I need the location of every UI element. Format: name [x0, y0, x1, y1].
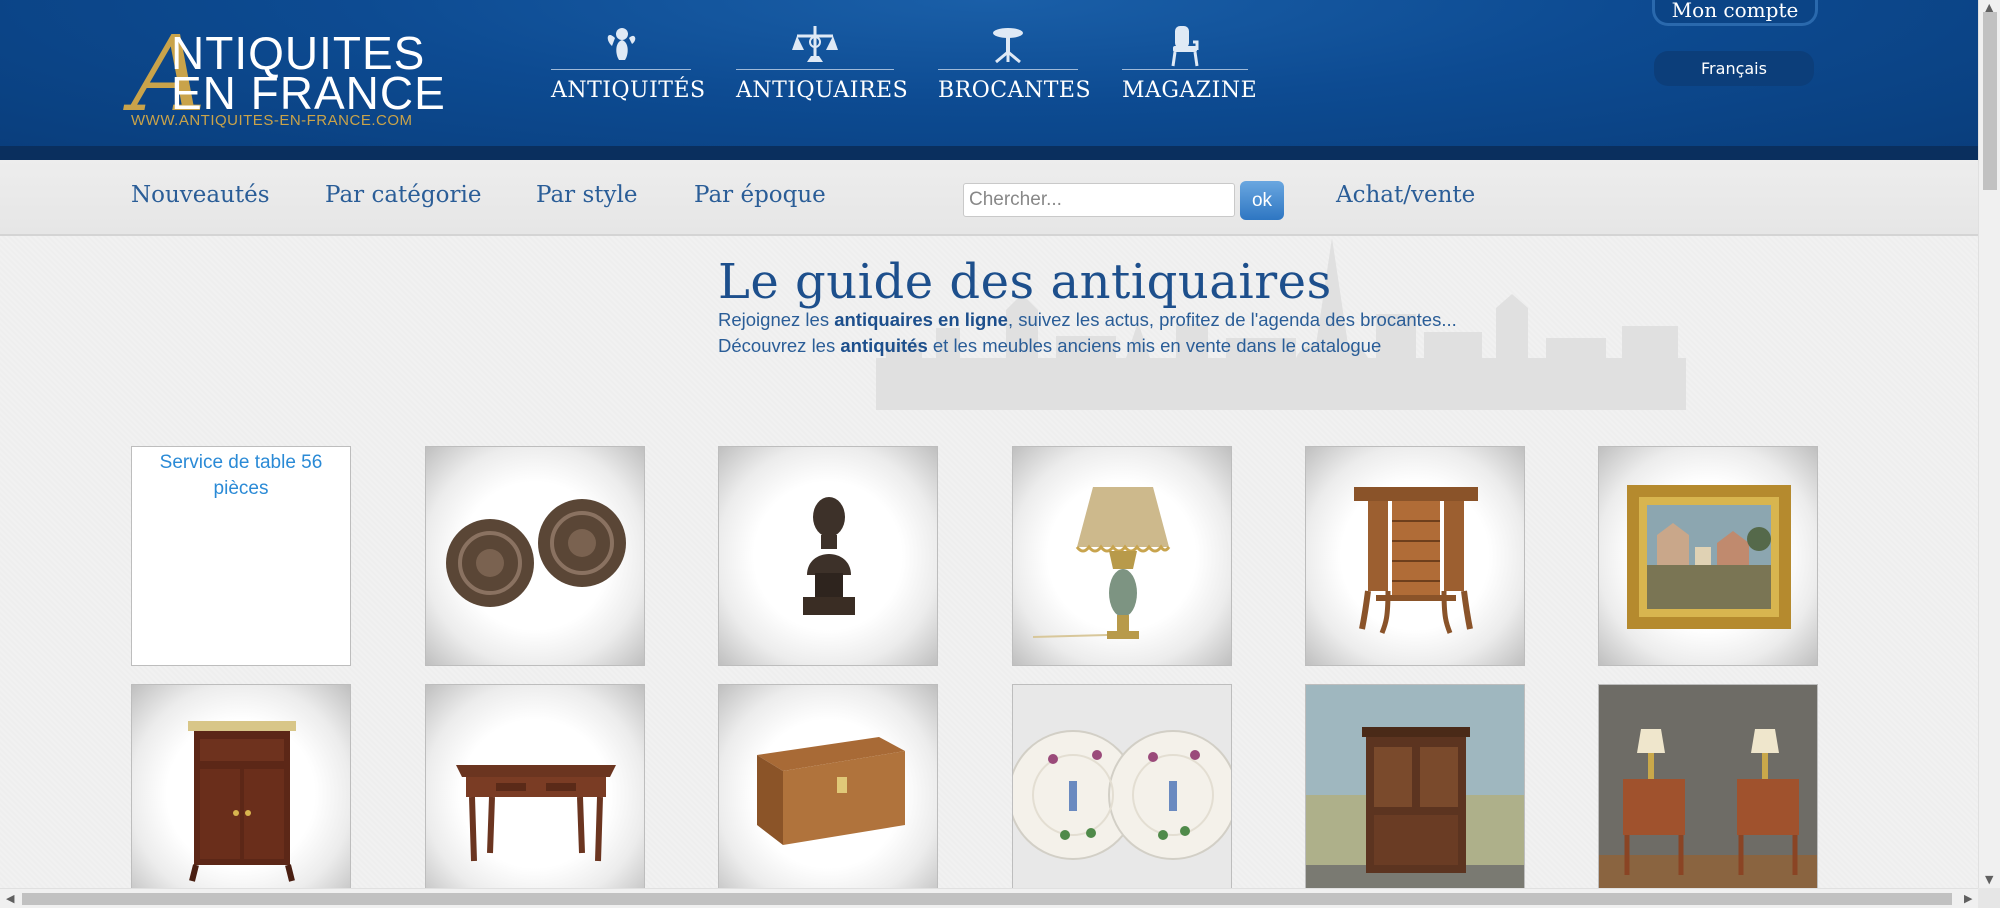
chair-icon [1167, 24, 1203, 72]
subnav-nouveautes[interactable]: Nouveautés [131, 182, 270, 208]
wooden-chest-image[interactable] [718, 684, 938, 888]
subnav-par-epoque[interactable]: Par époque [694, 182, 826, 208]
search-button[interactable]: ok [1240, 181, 1284, 220]
mainnav-label: BROCANTES [938, 78, 1092, 103]
account-label: Mon compte [1671, 0, 1799, 22]
logo-line-2: EN FRANCE [171, 67, 446, 119]
mainnav-antiquites[interactable]: ANTIQUITÉS [551, 24, 706, 114]
hero-line-2: Découvrez les antiquités et les meubles … [718, 335, 1382, 356]
mainnav-brocantes[interactable]: BROCANTES [938, 24, 1092, 114]
product-tile[interactable]: Service de table 56 pièces [131, 446, 351, 666]
language-selector[interactable]: Français [1654, 51, 1814, 86]
subnav-par-style[interactable]: Par style [536, 182, 637, 208]
site-header: A NTIQUITES EN FRANCE WWW.ANTIQUITES-EN-… [0, 0, 1978, 160]
faience-plates-image[interactable] [1012, 684, 1232, 888]
search-input[interactable] [963, 183, 1235, 217]
mainnav-magazine[interactable]: MAGAZINE [1122, 24, 1258, 114]
account-button[interactable]: Mon compte [1652, 0, 1818, 26]
writing-desk-image[interactable] [425, 684, 645, 888]
antiquites-link[interactable]: antiquités [840, 335, 927, 356]
antiquaires-link[interactable]: antiquaires en ligne [834, 309, 1008, 330]
table-icon [988, 24, 1028, 68]
bedside-tables-pair-image[interactable] [1598, 684, 1818, 888]
wall-plates-image[interactable] [425, 446, 645, 666]
vertical-scroll-thumb[interactable] [1983, 12, 1997, 190]
scroll-down-arrow-icon[interactable]: ▼ [1985, 874, 1993, 885]
scale-icon [791, 24, 839, 68]
page: A NTIQUITES EN FRANCE WWW.ANTIQUITES-EN-… [0, 0, 1978, 888]
header-stripe [0, 146, 1978, 160]
horizontal-scroll-thumb[interactable] [22, 893, 1952, 905]
vertical-scrollbar[interactable]: ▲ ▼ [1978, 0, 2000, 888]
page-title: Le guide des antiquaires [718, 254, 1332, 310]
louis-xv-side-table-image[interactable] [1305, 446, 1525, 666]
mainnav-label: ANTIQUAIRES [736, 78, 909, 103]
bronze-bust-image[interactable] [718, 446, 938, 666]
framed-painting-image[interactable] [1598, 446, 1818, 666]
cherub-icon [601, 24, 641, 68]
subnav-achat-vente[interactable]: Achat/vente [1336, 182, 1475, 208]
horizontal-scrollbar[interactable]: ◀ ▶ [0, 888, 1978, 908]
mahogany-cabinet-image[interactable] [131, 684, 351, 888]
mainnav-label: MAGAZINE [1122, 78, 1258, 103]
scroll-left-arrow-icon[interactable]: ◀ [6, 893, 14, 904]
table-lamp-image[interactable] [1012, 446, 1232, 666]
mainnav-label: ANTIQUITÉS [551, 78, 706, 103]
subnav-par-categorie[interactable]: Par catégorie [325, 182, 481, 208]
hero-line-1: Rejoignez les antiquaires en ligne, suiv… [718, 309, 1457, 330]
logo-url: WWW.ANTIQUITES-EN-FRANCE.COM [131, 112, 413, 129]
walnut-cabinet-image[interactable] [1305, 684, 1525, 888]
scroll-right-arrow-icon[interactable]: ▶ [1964, 893, 1972, 904]
site-logo[interactable]: A NTIQUITES EN FRANCE WWW.ANTIQUITES-EN-… [131, 22, 451, 134]
scrollbar-corner [1978, 888, 2000, 908]
broken-image-alt-text: Service de table 56 pièces [159, 452, 323, 499]
mainnav-antiquaires[interactable]: ANTIQUAIRES [736, 24, 909, 114]
